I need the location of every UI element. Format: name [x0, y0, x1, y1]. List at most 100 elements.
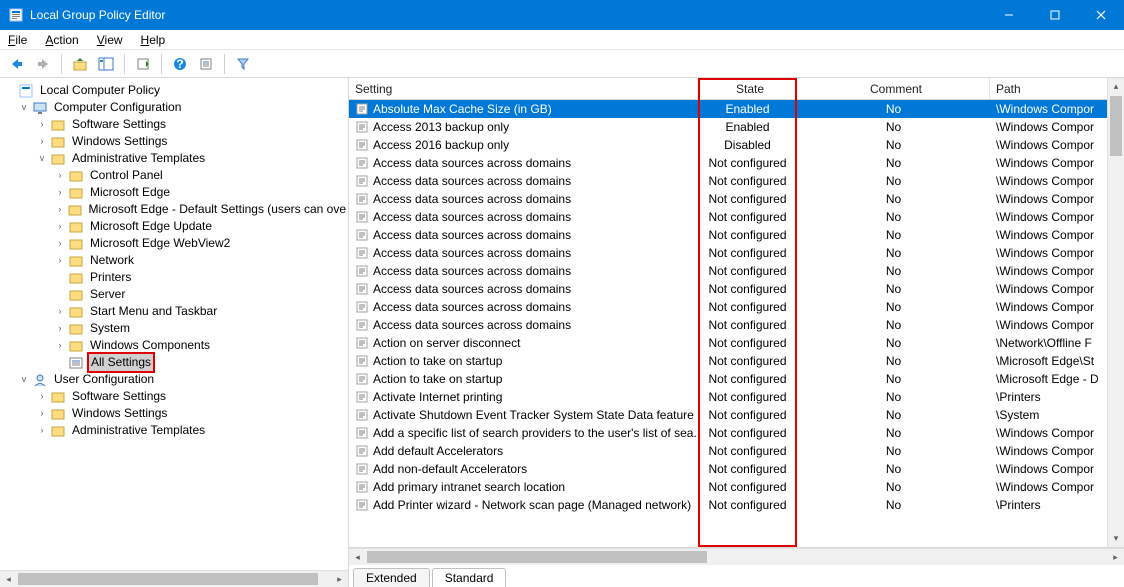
list-row[interactable]: Access 2013 backup onlyEnabledNo\Windows… [349, 118, 1124, 136]
list-row[interactable]: Activate Shutdown Event Tracker System S… [349, 406, 1124, 424]
list-row[interactable]: Access data sources across domainsNot co… [349, 172, 1124, 190]
scrollbar-thumb[interactable] [367, 551, 707, 563]
list-vertical-scrollbar[interactable]: ▴ ▾ [1107, 78, 1124, 547]
expand-icon[interactable]: › [54, 187, 66, 199]
minimize-button[interactable] [986, 0, 1032, 30]
setting-name: Add Printer wizard - Network scan page (… [373, 498, 691, 512]
expand-icon[interactable]: › [36, 391, 48, 403]
list-row[interactable]: Action to take on startupNot configuredN… [349, 370, 1124, 388]
column-header-path[interactable]: Path [990, 78, 1124, 99]
list-row[interactable]: Access data sources across domainsNot co… [349, 298, 1124, 316]
list-row[interactable]: Action to take on startupNot configuredN… [349, 352, 1124, 370]
tree-node-user-admin-templates[interactable]: › Administrative Templates [4, 422, 348, 439]
properties-button[interactable] [195, 53, 217, 75]
menu-action[interactable]: Action [43, 32, 80, 48]
list-row[interactable]: Access data sources across domainsNot co… [349, 208, 1124, 226]
tree-node-admin-templates[interactable]: v Administrative Templates [4, 150, 348, 167]
path-value: \Windows Compor [990, 138, 1124, 152]
list-row[interactable]: Absolute Max Cache Size (in GB)EnabledNo… [349, 100, 1124, 118]
expand-icon[interactable]: › [54, 221, 66, 233]
expand-icon[interactable]: › [36, 136, 48, 148]
scroll-down-icon[interactable]: ▾ [1108, 530, 1124, 547]
tree-node-user-configuration[interactable]: v User Configuration [4, 371, 348, 388]
expand-icon[interactable]: › [54, 238, 66, 250]
tree-node-local-computer-policy[interactable]: Local Computer Policy [4, 82, 348, 99]
tree-node-all-settings[interactable]: All Settings [4, 354, 348, 371]
list-row[interactable]: Add a specific list of search providers … [349, 424, 1124, 442]
list-row[interactable]: Access data sources across domainsNot co… [349, 262, 1124, 280]
tree-node-user-software-settings[interactable]: › Software Settings [4, 388, 348, 405]
tab-standard[interactable]: Standard [432, 568, 507, 587]
export-list-button[interactable] [132, 53, 154, 75]
tree-node-label: System [88, 320, 132, 337]
tree-horizontal-scrollbar[interactable]: ◂ ▸ [0, 570, 348, 587]
tab-extended[interactable]: Extended [353, 568, 430, 587]
show-hide-tree-button[interactable] [95, 53, 117, 75]
list-row[interactable]: Access 2016 backup onlyDisabledNo\Window… [349, 136, 1124, 154]
tree-node-computer-configuration[interactable]: v Computer Configuration [4, 99, 348, 116]
list-row[interactable]: Add primary intranet search locationNot … [349, 478, 1124, 496]
expand-icon[interactable]: › [54, 306, 66, 318]
maximize-button[interactable] [1032, 0, 1078, 30]
expand-icon[interactable]: › [36, 119, 48, 131]
list-row[interactable]: Access data sources across domainsNot co… [349, 226, 1124, 244]
up-button[interactable] [69, 53, 91, 75]
column-header-state[interactable]: State [698, 78, 797, 99]
tree-node-control-panel[interactable]: ›Control Panel [4, 167, 348, 184]
tree-node-edge-webview2[interactable]: ›Microsoft Edge WebView2 [4, 235, 348, 252]
column-header-comment[interactable]: Comment [797, 78, 990, 99]
scroll-left-icon[interactable]: ◂ [349, 549, 366, 565]
list-row[interactable]: Access data sources across domainsNot co… [349, 154, 1124, 172]
tree-node-system[interactable]: › System [4, 320, 348, 337]
close-button[interactable] [1078, 0, 1124, 30]
back-button[interactable] [6, 53, 28, 75]
column-header-setting[interactable]: Setting [349, 78, 698, 99]
expand-icon[interactable]: › [54, 255, 66, 267]
tree-node-user-windows-settings[interactable]: › Windows Settings [4, 405, 348, 422]
tree-node-edge[interactable]: ›Microsoft Edge [4, 184, 348, 201]
list-row[interactable]: Add default AcceleratorsNot configuredNo… [349, 442, 1124, 460]
tree-node-software-settings[interactable]: › Software Settings [4, 116, 348, 133]
expand-icon[interactable]: › [54, 323, 66, 335]
tree-node-printers[interactable]: Printers [4, 269, 348, 286]
scroll-right-icon[interactable]: ▸ [1107, 549, 1124, 565]
list-row[interactable]: Activate Internet printingNot configured… [349, 388, 1124, 406]
tree-node-windows-settings[interactable]: › Windows Settings [4, 133, 348, 150]
list-row[interactable]: Access data sources across domainsNot co… [349, 316, 1124, 334]
expand-icon[interactable]: › [54, 170, 66, 182]
list-row[interactable]: Access data sources across domainsNot co… [349, 190, 1124, 208]
list-row[interactable]: Action on server disconnectNot configure… [349, 334, 1124, 352]
expand-icon[interactable]: › [36, 425, 48, 437]
list-row[interactable]: Access data sources across domainsNot co… [349, 280, 1124, 298]
scroll-right-icon[interactable]: ▸ [331, 571, 348, 587]
collapse-icon[interactable]: v [18, 374, 30, 386]
filter-button[interactable] [232, 53, 254, 75]
tree-node-windows-components[interactable]: ›Windows Components [4, 337, 348, 354]
tree-node-edge-defaults[interactable]: ›Microsoft Edge - Default Settings (user… [4, 201, 348, 218]
tree-node-server[interactable]: Server [4, 286, 348, 303]
scrollbar-thumb[interactable] [18, 573, 318, 585]
scroll-left-icon[interactable]: ◂ [0, 571, 17, 587]
tree-node-edge-update[interactable]: ›Microsoft Edge Update [4, 218, 348, 235]
menu-file[interactable]: File [6, 32, 29, 48]
path-value: \Windows Compor [990, 156, 1124, 170]
list-horizontal-scrollbar[interactable]: ◂ ▸ [349, 548, 1124, 565]
expand-icon[interactable]: › [54, 340, 66, 352]
tree-node-network[interactable]: › Network [4, 252, 348, 269]
collapse-icon[interactable]: v [18, 102, 30, 114]
scroll-up-icon[interactable]: ▴ [1108, 78, 1124, 95]
tree-node-start-menu[interactable]: ›Start Menu and Taskbar [4, 303, 348, 320]
scrollbar-thumb[interactable] [1110, 96, 1122, 156]
expand-icon[interactable]: › [36, 408, 48, 420]
menu-help[interactable]: Help [139, 32, 168, 48]
menu-view[interactable]: View [95, 32, 125, 48]
list-row[interactable]: Access data sources across domainsNot co… [349, 244, 1124, 262]
help-button[interactable]: ? [169, 53, 191, 75]
expand-icon[interactable]: › [54, 204, 65, 216]
tree-node-label: Network [88, 252, 136, 269]
collapse-icon[interactable]: v [36, 153, 48, 165]
tree-pane: Local Computer Policy v Computer Configu… [0, 78, 349, 587]
list-row[interactable]: Add non-default AcceleratorsNot configur… [349, 460, 1124, 478]
list-row[interactable]: Add Printer wizard - Network scan page (… [349, 496, 1124, 514]
forward-button[interactable] [32, 53, 54, 75]
